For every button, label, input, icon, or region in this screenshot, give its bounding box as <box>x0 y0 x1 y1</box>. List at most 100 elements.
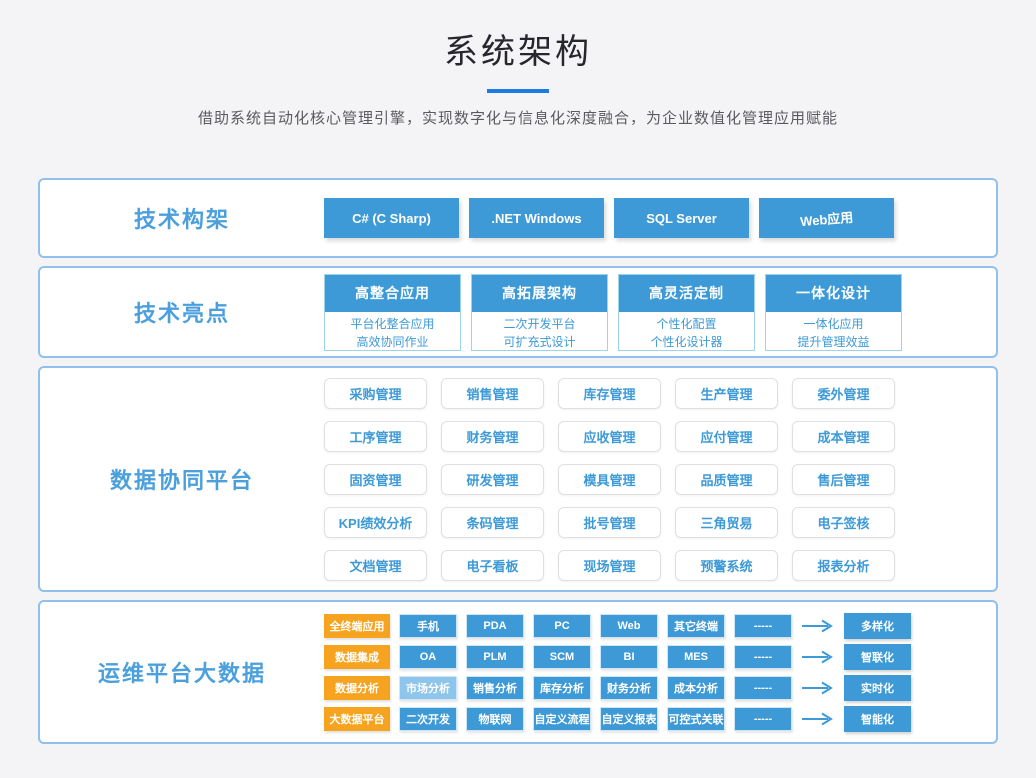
arrow-right-icon <box>801 681 835 695</box>
bigdata-item[interactable]: 物联网 <box>466 707 524 731</box>
bigdata-item[interactable]: 其它终端 <box>667 614 725 638</box>
section-platform-label: 数据协同平台 <box>40 368 324 590</box>
bigdata-item[interactable]: OA <box>399 645 457 669</box>
module-chip[interactable]: KPI绩效分析 <box>324 507 427 538</box>
bigdata-item[interactable]: 可控式关联 <box>667 707 725 731</box>
bigdata-item[interactable]: SCM <box>533 645 591 669</box>
category-tag[interactable]: 数据集成 <box>324 645 390 669</box>
module-chip[interactable]: 报表分析 <box>792 550 895 581</box>
bigdata-item[interactable]: 手机 <box>399 614 457 638</box>
module-chip[interactable]: 财务管理 <box>441 421 544 452</box>
highlight-card-0: 高整合应用平台化整合应用高效协同作业 <box>324 274 461 351</box>
highlight-card-3: 一体化设计一体化应用提升管理效益 <box>765 274 902 351</box>
highlight-card-line: 高效协同作业 <box>325 333 460 351</box>
page-title: 系统架构 <box>0 24 1036 73</box>
highlight-card-line: 提升管理效益 <box>766 333 901 351</box>
highlight-card-line: 个性化设计器 <box>619 333 754 351</box>
highlight-card-body: 一体化应用提升管理效益 <box>766 312 901 351</box>
tech-button-label: .NET Windows <box>491 211 581 226</box>
platform-grid-row: 工序管理财务管理应收管理应付管理成本管理 <box>324 421 895 452</box>
tech-button-3[interactable]: Web应用 <box>759 198 894 238</box>
bigdata-row: 数据分析市场分析销售分析库存分析财务分析成本分析 ----- 实时化 <box>324 675 911 701</box>
tech-button-label: SQL Server <box>646 211 717 226</box>
arrow-right-icon <box>801 619 835 633</box>
module-chip[interactable]: 应收管理 <box>558 421 661 452</box>
bigdata-item[interactable]: 成本分析 <box>667 676 725 700</box>
module-chip[interactable]: 成本管理 <box>792 421 895 452</box>
highlight-card-title: 高灵活定制 <box>619 275 754 312</box>
tech-stack-buttons: C# (C Sharp) .NET Windows SQL Server Web应用 <box>324 180 894 256</box>
highlight-card-line: 二次开发平台 <box>472 315 607 333</box>
bigdata-row: 数据集成 OA PLM SCM BI MES ----- 智联化 <box>324 644 911 670</box>
result-tag: 智联化 <box>844 644 911 670</box>
module-chip[interactable]: 模具管理 <box>558 464 661 495</box>
module-chip[interactable]: 条码管理 <box>441 507 544 538</box>
module-chip[interactable]: 研发管理 <box>441 464 544 495</box>
tech-button-0[interactable]: C# (C Sharp) <box>324 198 459 238</box>
section-platform: 数据协同平台 采购管理销售管理库存管理生产管理委外管理工序管理财务管理应收管理应… <box>38 366 998 592</box>
bigdata-item[interactable]: ----- <box>734 645 792 669</box>
bigdata-item[interactable]: ----- <box>734 707 792 731</box>
highlight-card-title: 高整合应用 <box>325 275 460 312</box>
module-chip[interactable]: 库存管理 <box>558 378 661 409</box>
category-tag[interactable]: 大数据平台 <box>324 707 390 731</box>
tech-button-2[interactable]: SQL Server <box>614 198 749 238</box>
section-highlights-label: 技术亮点 <box>40 268 324 356</box>
bigdata-item[interactable]: 销售分析 <box>466 676 524 700</box>
highlight-card-line: 一体化应用 <box>766 315 901 333</box>
module-chip[interactable]: 固资管理 <box>324 464 427 495</box>
bigdata-item[interactable]: PLM <box>466 645 524 669</box>
highlight-card-1: 高拓展架构二次开发平台可扩充式设计 <box>471 274 608 351</box>
module-chip[interactable]: 文档管理 <box>324 550 427 581</box>
module-chip[interactable]: 销售管理 <box>441 378 544 409</box>
tech-button-1[interactable]: .NET Windows <box>469 198 604 238</box>
module-chip[interactable]: 品质管理 <box>675 464 778 495</box>
highlight-card-line: 平台化整合应用 <box>325 315 460 333</box>
module-chip[interactable]: 售后管理 <box>792 464 895 495</box>
highlight-card-line: 个性化配置 <box>619 315 754 333</box>
bigdata-item[interactable]: MES <box>667 645 725 669</box>
bigdata-item[interactable]: 自定义报表 <box>600 707 658 731</box>
highlight-card-body: 二次开发平台可扩充式设计 <box>472 312 607 351</box>
section-bigdata: 运维平台大数据 全终端应用手机PDAPCWeb其它终端-----多样化数据集成O… <box>38 600 998 744</box>
section-tech-stack-label: 技术构架 <box>40 180 324 256</box>
module-chip[interactable]: 电子签核 <box>792 507 895 538</box>
result-tag: 实时化 <box>844 675 911 701</box>
bigdata-item[interactable]: Web <box>600 614 658 638</box>
bigdata-item[interactable]: ----- <box>734 614 792 638</box>
module-chip[interactable]: 三角贸易 <box>675 507 778 538</box>
module-chip[interactable]: 电子看板 <box>441 550 544 581</box>
bigdata-item[interactable]: 库存分析 <box>533 676 591 700</box>
bigdata-rows: 全终端应用手机 PDA PC Web 其它终端 ----- 多样化数据集成 OA PLM SCM B… <box>324 602 911 742</box>
bigdata-item[interactable]: 财务分析 <box>600 676 658 700</box>
platform-grid-row: 固资管理研发管理模具管理品质管理售后管理 <box>324 464 895 495</box>
module-chip[interactable]: 现场管理 <box>558 550 661 581</box>
result-tag: 多样化 <box>844 613 911 639</box>
module-chip[interactable]: 委外管理 <box>792 378 895 409</box>
bigdata-item[interactable]: PC <box>533 614 591 638</box>
tech-button-label: Web应用 <box>799 206 854 230</box>
highlight-card-line: 可扩充式设计 <box>472 333 607 351</box>
module-chip[interactable]: 生产管理 <box>675 378 778 409</box>
module-chip[interactable]: 批号管理 <box>558 507 661 538</box>
section-tech-stack: 技术构架 C# (C Sharp) .NET Windows SQL Server W… <box>38 178 998 258</box>
highlight-card-2: 高灵活定制个性化配置个性化设计器 <box>618 274 755 351</box>
bigdata-item[interactable]: 自定义流程 <box>533 707 591 731</box>
category-tag[interactable]: 数据分析 <box>324 676 390 700</box>
module-chip[interactable]: 预警系统 <box>675 550 778 581</box>
bigdata-row: 大数据平台二次开发物联网自定义流程自定义报表可控式关联-----智能化 <box>324 706 911 732</box>
bigdata-item[interactable]: 二次开发 <box>399 707 457 731</box>
bigdata-row: 全终端应用手机 PDA PC Web 其它终端 ----- 多样化 <box>324 613 911 639</box>
bigdata-item[interactable]: 市场分析 <box>399 676 457 700</box>
module-chip[interactable]: 工序管理 <box>324 421 427 452</box>
bigdata-item[interactable]: PDA <box>466 614 524 638</box>
category-tag[interactable]: 全终端应用 <box>324 614 390 638</box>
bigdata-item[interactable]: BI <box>600 645 658 669</box>
highlight-cards: 高整合应用平台化整合应用高效协同作业高拓展架构二次开发平台可扩充式设计高灵活定制… <box>324 268 902 356</box>
platform-grid-row: KPI绩效分析条码管理批号管理三角贸易电子签核 <box>324 507 895 538</box>
highlight-card-body: 平台化整合应用高效协同作业 <box>325 312 460 351</box>
module-chip[interactable]: 应付管理 <box>675 421 778 452</box>
platform-module-grid: 采购管理销售管理库存管理生产管理委外管理工序管理财务管理应收管理应付管理成本管理… <box>324 368 895 590</box>
module-chip[interactable]: 采购管理 <box>324 378 427 409</box>
bigdata-item[interactable]: ----- <box>734 676 792 700</box>
